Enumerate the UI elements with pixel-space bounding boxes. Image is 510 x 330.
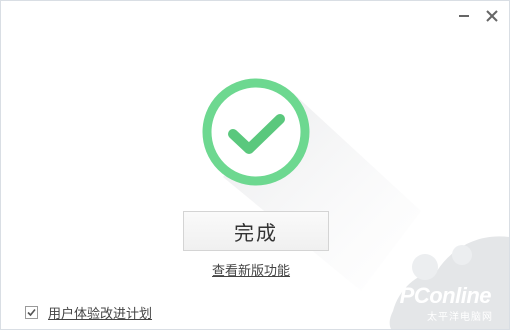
installer-window: 完成 查看新版功能 用户体验改进计划 PConline 太平洋电脑网 xyxy=(0,0,510,330)
ux-program-label[interactable]: 用户体验改进计划 xyxy=(48,303,152,322)
check-mark-icon xyxy=(27,308,36,317)
watermark-tagline: 太平洋电脑网 xyxy=(427,312,493,323)
watermark: PConline 太平洋电脑网 xyxy=(359,219,509,329)
checkmark-icon xyxy=(202,78,310,186)
whats-new-link[interactable]: 查看新版功能 xyxy=(212,260,290,279)
watermark-brand: PConline xyxy=(399,283,492,308)
ux-program-option: 用户体验改进计划 xyxy=(25,303,152,322)
done-button[interactable]: 完成 xyxy=(183,211,329,251)
minimize-icon xyxy=(459,15,469,17)
minimize-button[interactable] xyxy=(455,7,473,25)
title-bar-controls xyxy=(455,7,501,25)
ux-program-checkbox[interactable] xyxy=(25,306,38,319)
close-button[interactable] xyxy=(483,7,501,25)
close-icon xyxy=(486,10,498,22)
